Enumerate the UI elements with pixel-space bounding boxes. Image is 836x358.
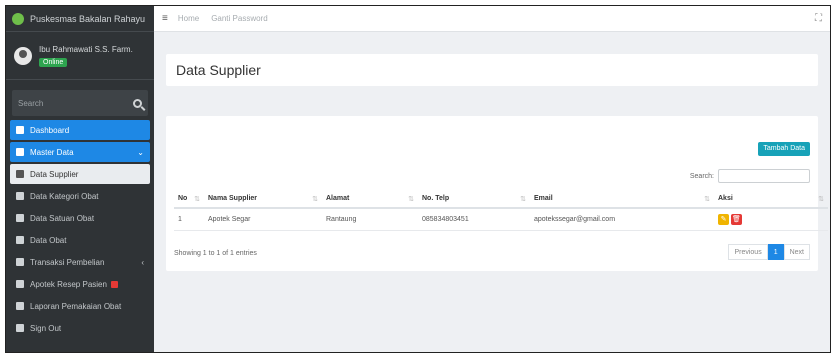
sidebar-item-sign-out[interactable]: Sign Out xyxy=(10,318,150,338)
sort-icon: ⇅ xyxy=(818,195,824,203)
download-icon xyxy=(16,302,24,310)
signout-icon xyxy=(16,324,24,332)
sort-icon: ⇅ xyxy=(520,195,526,203)
chevron-left-icon: ‹ xyxy=(141,257,144,267)
nav-link-home[interactable]: Home xyxy=(178,14,199,23)
table-search: Search: xyxy=(690,169,810,183)
pagination-next[interactable]: Next xyxy=(783,244,810,260)
sidebar-item-data-obat[interactable]: Data Obat xyxy=(10,230,150,250)
column-header-alamat[interactable]: Alamat ⇅ xyxy=(322,190,418,209)
sidebar-search-input[interactable]: Search xyxy=(18,99,133,108)
database-icon xyxy=(16,148,24,156)
sidebar-item-master-data[interactable]: Master Data ⌄ xyxy=(10,142,150,162)
sidebar-item-label: Transaksi Pembelian xyxy=(30,257,105,267)
sidebar-item-satuan-obat[interactable]: Data Satuan Obat xyxy=(10,208,150,228)
sidebar-item-label: Data Supplier xyxy=(30,169,79,179)
column-header-telp[interactable]: No. Telp ⇅ xyxy=(418,190,530,209)
sort-icon: ⇅ xyxy=(312,195,318,203)
sidebar-item-label: Dashboard xyxy=(30,125,70,135)
sidebar-item-label: Data Satuan Obat xyxy=(30,213,95,223)
pagination-previous[interactable]: Previous xyxy=(728,244,768,260)
search-label: Search: xyxy=(689,172,714,180)
search-icon[interactable] xyxy=(133,98,142,108)
sidebar-item-dashboard[interactable]: Dashboard xyxy=(10,120,150,140)
column-header-no[interactable]: No ⇅ xyxy=(174,190,204,209)
cell-aksi: ✎ 🗑 xyxy=(714,208,828,231)
sidebar-item-label: Data Kategori Obat xyxy=(30,191,99,201)
pagination: Previous 1 Next xyxy=(728,244,810,260)
brand-title: Puskesmas Bakalan Rahayu xyxy=(30,13,146,24)
cell-email: apotekssegar@gmail.com xyxy=(530,208,714,231)
supplier-card: Tambah Data Search: No ⇅ Nama Supplier ⇅… xyxy=(166,116,828,271)
sort-icon: ⇅ xyxy=(704,195,710,203)
user-panel: Ibu Rahmawati S.S. Farm. Online xyxy=(6,32,154,80)
sidebar-item-label: Master Data xyxy=(30,147,74,157)
sidebar-search[interactable]: Search xyxy=(12,90,148,116)
brand[interactable]: Puskesmas Bakalan Rahayu xyxy=(6,6,154,32)
nav-link-change-password[interactable]: Ganti Password xyxy=(211,14,267,23)
brand-logo-icon xyxy=(12,12,24,25)
user-name[interactable]: Ibu Rahmawati S.S. Farm. xyxy=(39,45,133,54)
sidebar-item-label: Sign Out xyxy=(30,323,62,333)
main-content: Data Supplier Tambah Data Search: No ⇅ N… xyxy=(154,32,830,352)
sidebar-nav: Dashboard Master Data ⌄ Data Supplier Da… xyxy=(6,120,154,338)
users-icon xyxy=(16,192,24,200)
top-navbar: ≡ Home Ganti Password ⛶ xyxy=(154,6,830,32)
sort-icon: ⇅ xyxy=(194,195,200,203)
sidebar-item-laporan[interactable]: Laporan Pemakaian Obat xyxy=(10,296,150,316)
cell-nama: Apotek Segar xyxy=(204,208,322,231)
app-window: Puskesmas Bakalan Rahayu Ibu Rahmawati S… xyxy=(5,5,831,353)
add-data-button[interactable]: Tambah Data xyxy=(758,142,810,156)
edit-button[interactable]: ✎ xyxy=(718,213,729,225)
dashboard-icon xyxy=(16,126,24,134)
page-title: Data Supplier xyxy=(176,62,261,78)
avatar xyxy=(14,46,32,65)
users-icon xyxy=(16,236,24,244)
sidebar-item-label: Data Obat xyxy=(30,235,67,245)
users-icon xyxy=(16,214,24,222)
expand-icon[interactable]: ⛶ xyxy=(815,13,822,24)
chevron-down-icon: ⌄ xyxy=(137,147,144,157)
menu-icon[interactable]: ≡ xyxy=(162,13,168,24)
table-search-input[interactable] xyxy=(718,169,810,183)
file-icon xyxy=(16,280,24,288)
pagination-page-1[interactable]: 1 xyxy=(767,244,784,260)
notification-badge xyxy=(110,280,118,288)
sort-icon: ⇅ xyxy=(408,195,414,203)
supplier-table: No ⇅ Nama Supplier ⇅ Alamat ⇅ No. Telp ⇅… xyxy=(174,190,828,231)
table-info: Showing 1 to 1 of 1 entries xyxy=(174,250,257,257)
column-header-aksi[interactable]: Aksi ⇅ xyxy=(714,190,828,209)
sidebar-item-label: Laporan Pemakaian Obat xyxy=(30,301,122,311)
cell-no: 1 xyxy=(174,208,204,231)
sidebar: Puskesmas Bakalan Rahayu Ibu Rahmawati S… xyxy=(6,6,154,352)
sidebar-item-label: Apotek Resep Pasien xyxy=(30,279,107,289)
delete-button[interactable]: 🗑 xyxy=(731,213,742,225)
sidebar-item-apotek-resep[interactable]: Apotek Resep Pasien xyxy=(10,274,150,294)
cell-telp: 085834803451 xyxy=(418,208,530,231)
table-header-row: No ⇅ Nama Supplier ⇅ Alamat ⇅ No. Telp ⇅… xyxy=(174,190,828,209)
column-header-nama[interactable]: Nama Supplier ⇅ xyxy=(204,190,322,209)
status-badge: Online xyxy=(39,57,68,67)
sidebar-item-data-supplier[interactable]: Data Supplier xyxy=(10,164,150,184)
sidebar-item-kategori-obat[interactable]: Data Kategori Obat xyxy=(10,186,150,206)
table-row: 1 Apotek Segar Rantaung 085834803451 apo… xyxy=(174,208,828,231)
column-header-email[interactable]: Email ⇅ xyxy=(530,190,714,209)
cell-alamat: Rantaung xyxy=(322,208,418,231)
sidebar-item-transaksi[interactable]: Transaksi Pembelian ‹ xyxy=(10,252,150,272)
page-header: Data Supplier xyxy=(166,54,818,86)
cart-icon xyxy=(16,258,24,266)
file-icon xyxy=(16,170,24,178)
